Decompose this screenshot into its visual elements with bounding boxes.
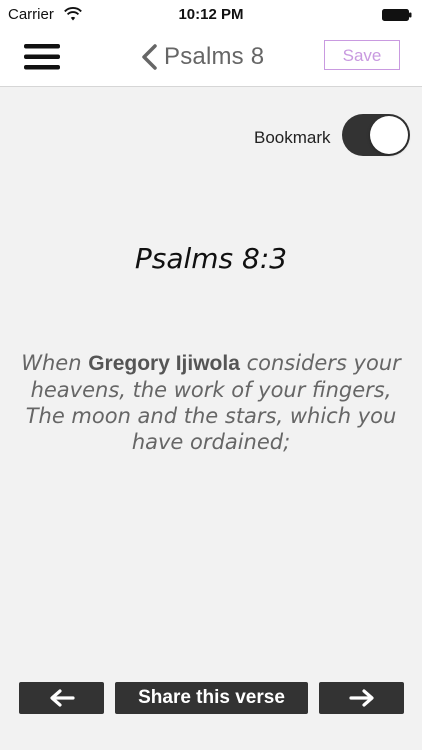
status-bar: Carrier 10:12 PM bbox=[0, 0, 422, 30]
arrow-right-icon bbox=[348, 689, 374, 707]
save-button[interactable]: Save bbox=[324, 40, 400, 70]
verse-person-name: Gregory Ijiwola bbox=[88, 352, 240, 375]
arrow-left-icon bbox=[49, 689, 75, 707]
battery-icon bbox=[382, 9, 412, 21]
toggle-knob bbox=[370, 116, 408, 154]
page-title: Psalms 8 bbox=[164, 43, 265, 70]
navigation-bar: Psalms 8 Save bbox=[0, 30, 422, 87]
bookmark-label: Bookmark bbox=[254, 128, 331, 147]
chevron-left-icon bbox=[142, 44, 157, 70]
verse-text-before: When bbox=[21, 351, 89, 375]
previous-verse-button[interactable] bbox=[19, 682, 104, 714]
bookmark-toggle[interactable] bbox=[342, 114, 410, 156]
verse-reference: Psalms 8:3 bbox=[134, 242, 288, 275]
status-time: 10:12 PM bbox=[178, 6, 244, 23]
menu-button[interactable] bbox=[24, 43, 60, 71]
back-button[interactable]: Psalms 8 bbox=[140, 40, 264, 74]
next-verse-button[interactable] bbox=[319, 682, 404, 714]
share-verse-button[interactable]: Share this verse bbox=[115, 682, 308, 714]
hamburger-menu-icon bbox=[24, 44, 60, 70]
verse-text: When Gregory Ijiwola considers your heav… bbox=[18, 350, 404, 455]
